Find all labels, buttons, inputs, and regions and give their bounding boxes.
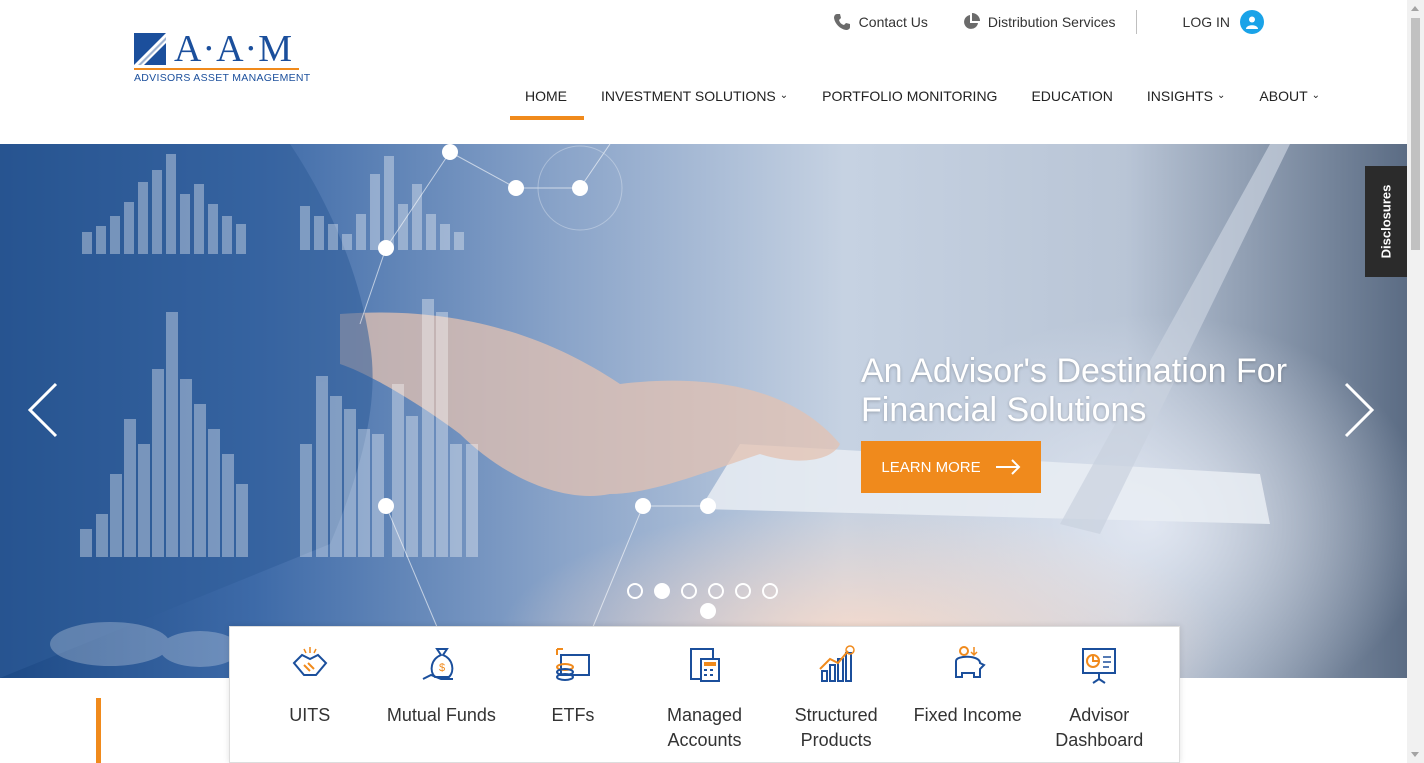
- product-uits-label: UITS: [289, 705, 331, 725]
- nav-education-label: EDUCATION: [1031, 88, 1113, 104]
- disclosures-label: Disclosures: [1378, 184, 1394, 259]
- nav-portfolio-monitoring-label: PORTFOLIO MONITORING: [822, 88, 998, 104]
- nav-home[interactable]: HOME: [510, 86, 584, 120]
- svg-text:$: $: [439, 662, 445, 674]
- arrow-right-icon: [995, 459, 1021, 475]
- hero-title: An Advisor's Destination For Financial S…: [861, 352, 1288, 429]
- scrollbar-thumb[interactable]: [1411, 18, 1420, 250]
- carousel-dot-6[interactable]: [762, 583, 778, 599]
- login-label: LOG IN: [1182, 14, 1230, 30]
- carousel-dot-1[interactable]: [627, 583, 643, 599]
- carousel-dot-2[interactable]: [654, 583, 670, 599]
- calculator-icon: [689, 648, 720, 682]
- product-structured-products[interactable]: Structured Products: [770, 627, 902, 762]
- presentation-board-icon: [1082, 648, 1117, 684]
- cash-stack-icon: [555, 648, 590, 681]
- nav-about[interactable]: ABOUT ⌄: [1242, 86, 1337, 120]
- money-bag-icon: $: [422, 648, 454, 680]
- product-advisor-dashboard-label: Advisor Dashboard: [1055, 705, 1144, 750]
- logo-mark-icon: [134, 33, 166, 65]
- carousel-dot-5[interactable]: [735, 583, 751, 599]
- scroll-up-icon[interactable]: [1411, 6, 1419, 11]
- distribution-services-link[interactable]: Distribution Services: [962, 13, 1116, 31]
- carousel-dots: [627, 583, 778, 599]
- logo-wordmark: A·A·M: [174, 28, 293, 70]
- piggy-bank-icon: [954, 646, 986, 678]
- utility-divider: [1135, 10, 1137, 34]
- pie-chart-icon: [964, 13, 980, 29]
- product-mutual-funds[interactable]: $ Mutual Funds: [376, 627, 508, 762]
- learn-more-button[interactable]: LEARN MORE: [861, 441, 1041, 493]
- utility-bar: Contact Us Distribution Services LOG IN: [799, 10, 1264, 34]
- handshake-icon: [292, 647, 328, 676]
- logo-tagline: ADVISORS ASSET MANAGEMENT: [134, 72, 311, 84]
- distribution-services-label: Distribution Services: [987, 14, 1116, 30]
- scrollbar[interactable]: [1407, 0, 1424, 763]
- product-etfs[interactable]: ETFs: [507, 627, 639, 762]
- contact-us-label: Contact Us: [858, 14, 928, 30]
- aam-logo[interactable]: A·A·M ADVISORS ASSET MANAGEMENT: [134, 28, 311, 84]
- growth-chart-icon: [819, 645, 855, 682]
- product-mutual-funds-label: Mutual Funds: [386, 705, 496, 725]
- carousel-prev-button[interactable]: [24, 380, 60, 440]
- chevron-down-icon: ⌄: [779, 90, 789, 101]
- product-bar: UITS $ Mutual Funds ETFs Managed Account…: [229, 626, 1180, 763]
- chevron-down-icon: ⌄: [1217, 90, 1226, 101]
- carousel-dot-4[interactable]: [708, 583, 724, 599]
- product-fixed-income[interactable]: Fixed Income: [902, 627, 1034, 762]
- user-icon: [1240, 10, 1264, 34]
- section-accent-bar: [96, 698, 101, 763]
- scroll-down-icon[interactable]: [1411, 752, 1419, 757]
- page: A·A·M ADVISORS ASSET MANAGEMENT Contact …: [0, 0, 1424, 763]
- learn-more-label: LEARN MORE: [881, 458, 981, 476]
- nav-education[interactable]: EDUCATION: [1014, 86, 1129, 120]
- nav-investment-solutions[interactable]: INVESTMENT SOLUTIONS ⌄: [584, 86, 805, 120]
- product-structured-products-label: Structured Products: [794, 705, 878, 750]
- disclosures-tab[interactable]: Disclosures: [1365, 166, 1407, 277]
- product-fixed-income-label: Fixed Income: [913, 705, 1022, 725]
- nav-about-label: ABOUT: [1259, 88, 1308, 104]
- nav-portfolio-monitoring[interactable]: PORTFOLIO MONITORING: [805, 86, 1014, 120]
- product-managed-accounts[interactable]: Managed Accounts: [639, 627, 771, 762]
- main-nav: HOME INVESTMENT SOLUTIONS ⌄ PORTFOLIO MO…: [510, 86, 1337, 120]
- nav-home-label: HOME: [525, 88, 567, 104]
- nav-insights[interactable]: INSIGHTS ⌄: [1130, 86, 1243, 120]
- login-button[interactable]: LOG IN: [1183, 10, 1264, 34]
- chevron-left-icon: [27, 382, 58, 438]
- product-managed-accounts-label: Managed Accounts: [666, 705, 743, 750]
- carousel-dot-3[interactable]: [681, 583, 697, 599]
- carousel-next-button[interactable]: [1342, 380, 1378, 440]
- product-advisor-dashboard[interactable]: Advisor Dashboard: [1033, 627, 1165, 762]
- nav-investment-solutions-label: INVESTMENT SOLUTIONS: [601, 88, 776, 104]
- product-etfs-label: ETFs: [551, 705, 595, 725]
- chevron-down-icon: ⌄: [1311, 90, 1321, 101]
- phone-icon: [833, 14, 850, 30]
- nav-insights-label: INSIGHTS: [1146, 88, 1213, 104]
- chevron-right-icon: [1344, 382, 1375, 438]
- contact-us-link[interactable]: Contact Us: [833, 13, 928, 31]
- product-uits[interactable]: UITS: [244, 627, 376, 762]
- hero-carousel: An Advisor's Destination For Financial S…: [0, 144, 1407, 678]
